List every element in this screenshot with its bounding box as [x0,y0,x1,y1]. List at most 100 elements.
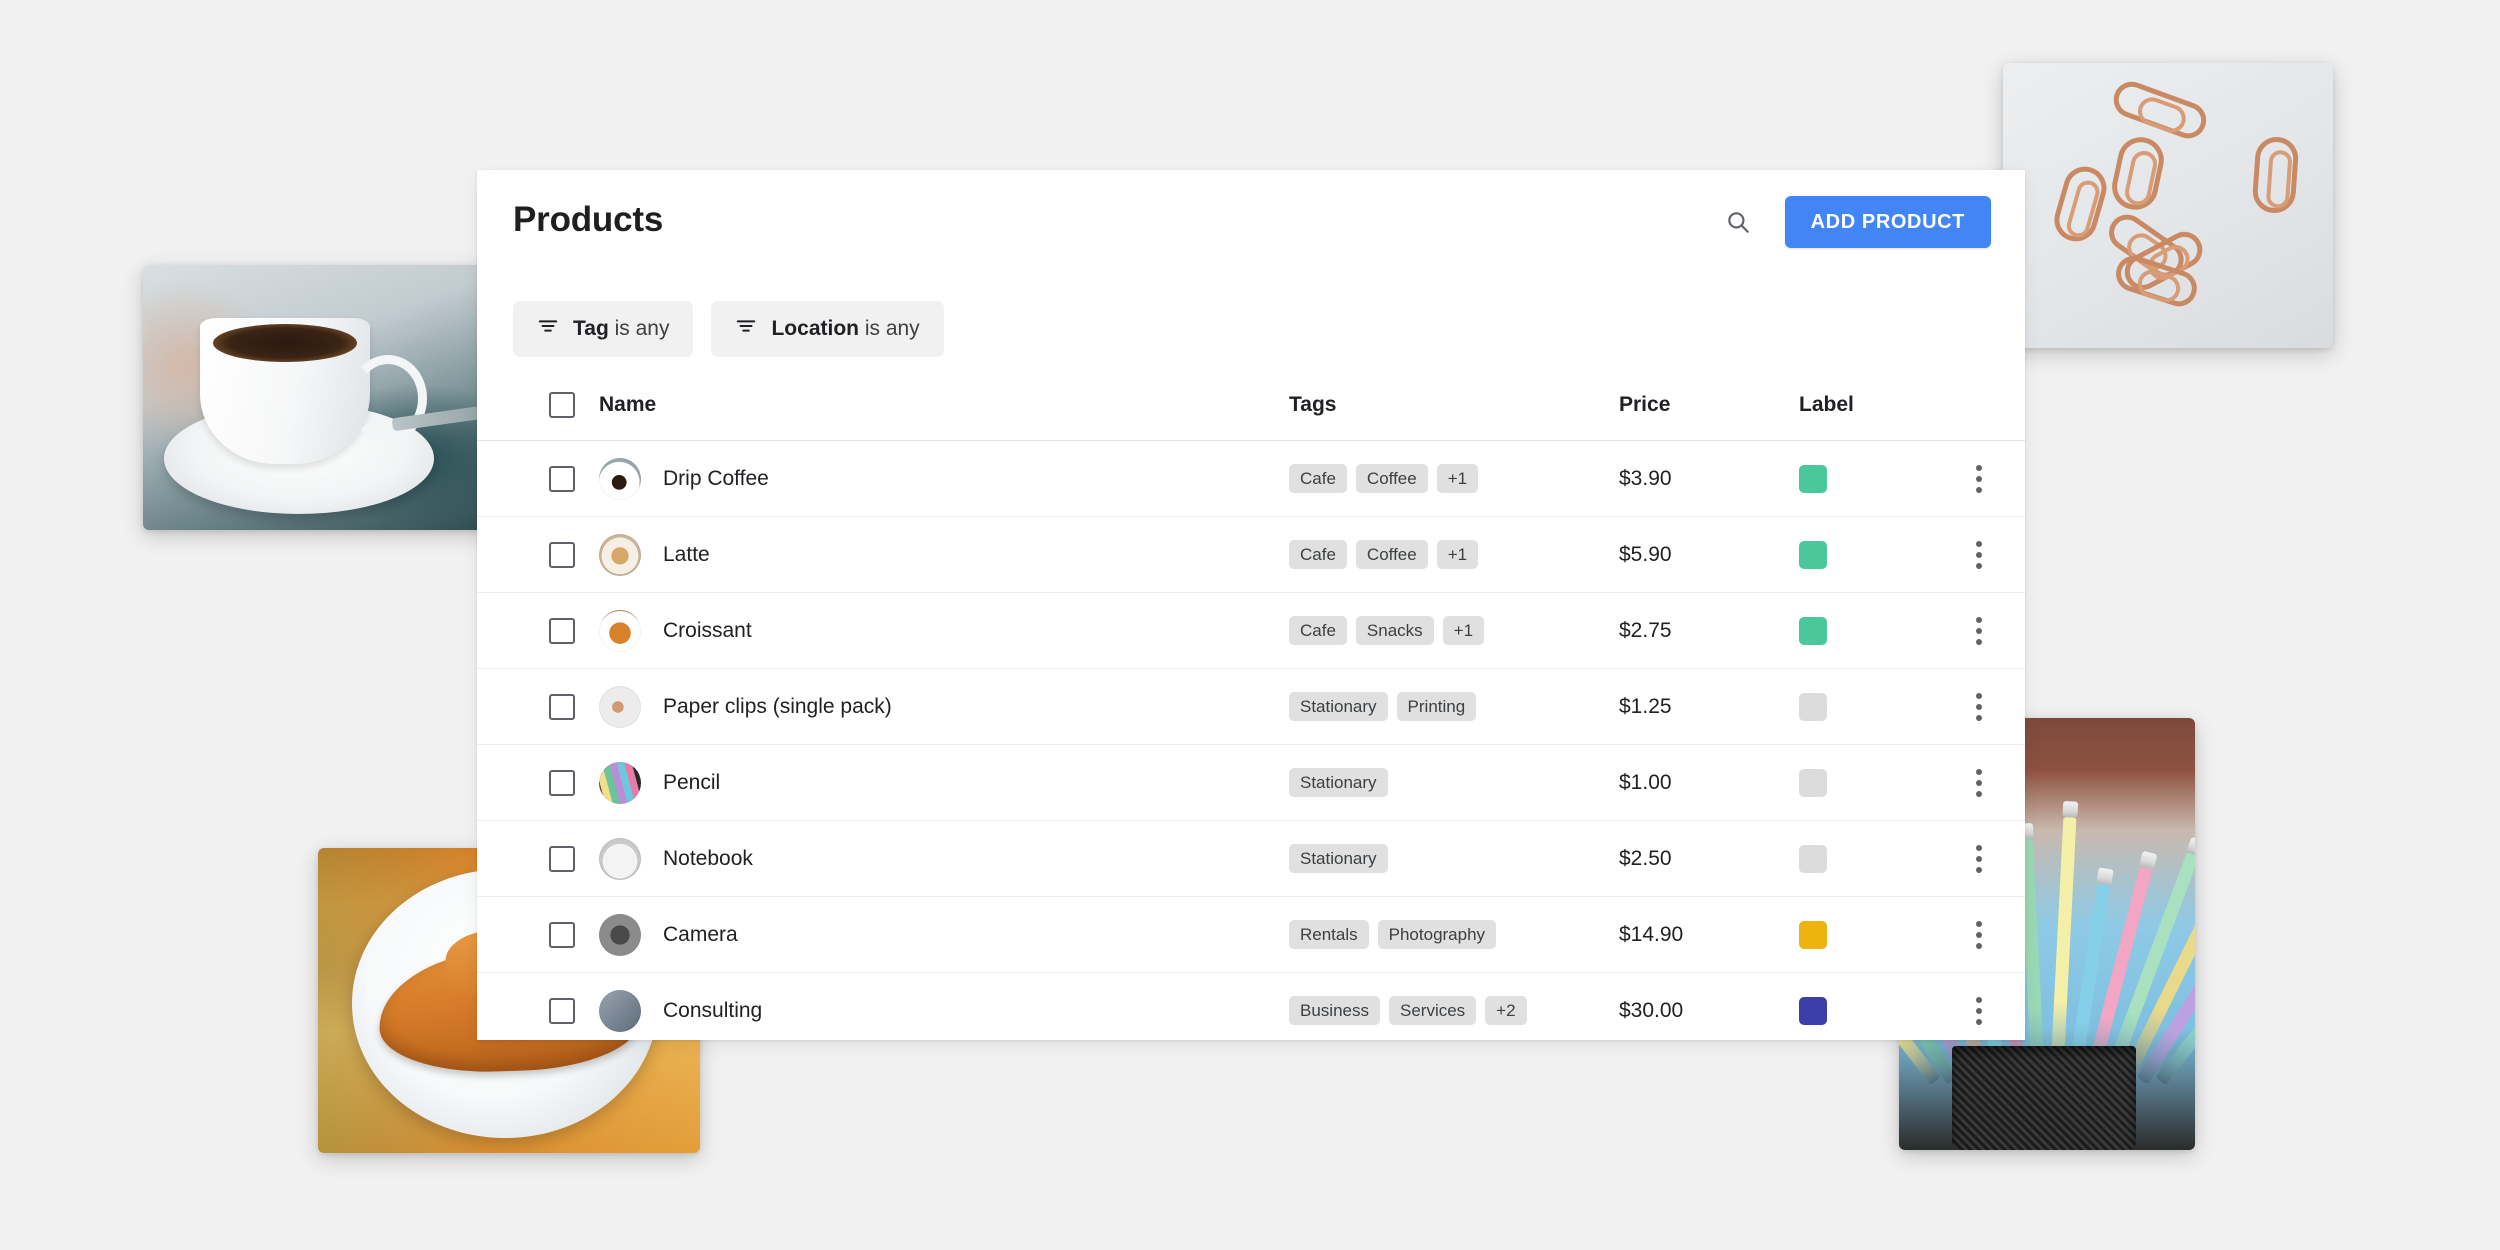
paper-clip-shape [2108,133,2169,214]
filter-bar: Tag is any Location is any [477,288,2025,370]
row-overflow-menu-icon[interactable] [1959,763,1999,803]
product-price: $2.50 [1619,820,1799,897]
product-thumbnail [599,685,641,728]
product-tags-cell: Stationary [1289,744,1619,821]
filter-chip-tag[interactable]: Tag is any [513,301,694,357]
filter-chip-location[interactable]: Location is any [711,301,944,357]
row-overflow-menu-icon[interactable] [1959,687,1999,727]
product-tag: Business [1289,996,1380,1025]
table-body: Drip Coffee Cafe Coffee +1 $3.90 Latte Cafe Cof… [477,440,2025,1040]
filter-icon [735,315,757,343]
product-name-cell: Notebook [599,820,1289,897]
product-tag-overflow[interactable]: +1 [1436,540,1479,569]
row-checkbox[interactable] [549,845,575,872]
row-checkbox[interactable] [549,465,575,492]
row-select-cell [477,972,599,1040]
row-overflow-menu-icon[interactable] [1959,839,1999,879]
product-name: Camera [663,922,738,946]
product-name-cell: Croissant [599,592,1289,669]
product-name: Latte [663,542,710,566]
row-checkbox[interactable] [549,693,575,720]
product-label-cell [1799,592,1949,669]
product-tag-overflow[interactable]: +1 [1442,616,1485,645]
product-tags-cell: Cafe Snacks +1 [1289,592,1619,669]
product-tag: Coffee [1355,540,1428,569]
table-header: Name Tags Price Label [477,370,2025,441]
product-name: Consulting [663,998,763,1022]
product-tag-overflow[interactable]: +2 [1485,996,1527,1025]
filter-icon [537,315,559,343]
row-overflow-menu-icon[interactable] [1959,535,1999,575]
row-actions-cell [1949,896,2025,973]
page-title: Products [513,200,664,239]
product-tag: Stationary [1289,844,1388,873]
product-label-cell [1799,440,1949,517]
product-label-cell [1799,516,1949,593]
row-actions-cell [1949,668,2025,745]
label-color-swatch [1799,844,1827,873]
row-checkbox[interactable] [549,541,575,568]
row-select-cell [477,516,599,593]
product-thumbnail [599,457,641,500]
product-label-cell [1799,820,1949,897]
product-label-cell [1799,668,1949,745]
select-all-header [477,370,599,441]
row-overflow-menu-icon[interactable] [1959,915,1999,955]
table-row[interactable]: Consulting Business Services +2 $30.00 [477,972,2025,1040]
row-actions-cell [1949,972,2025,1040]
product-tag: Coffee [1355,464,1428,493]
table-row[interactable]: Notebook Stationary $2.50 [477,820,2025,897]
product-tags-cell: Cafe Coffee +1 [1289,440,1619,517]
product-tag: Rentals [1289,920,1369,949]
product-tag: Cafe [1289,616,1347,645]
card-header: Products ADD PRODUCT [477,170,2025,288]
paper-clip-shape [2108,76,2211,143]
table-row[interactable]: Latte Cafe Coffee +1 $5.90 [477,516,2025,593]
search-icon[interactable] [1717,201,1759,243]
product-tag-overflow[interactable]: +1 [1436,464,1479,493]
product-tag: Cafe [1289,464,1347,493]
product-thumbnail [599,761,641,804]
product-tag: Photography [1377,920,1497,949]
cup-handle-shape [348,355,428,442]
product-price: $14.90 [1619,896,1799,973]
product-price: $2.75 [1619,592,1799,669]
row-overflow-menu-icon[interactable] [1959,991,1999,1031]
row-actions-cell [1949,592,2025,669]
product-name-cell: Consulting [599,972,1289,1040]
row-overflow-menu-icon[interactable] [1959,611,1999,651]
product-name-cell: Latte [599,516,1289,593]
label-color-swatch [1799,464,1827,493]
product-tag: Snacks [1355,616,1434,645]
product-tags-cell: Rentals Photography [1289,896,1619,973]
coffee-cup-photo [143,265,498,530]
column-header-actions [1949,370,2025,441]
table-row[interactable]: Pencil Stationary $1.00 [477,744,2025,821]
product-name-cell: Drip Coffee [599,440,1289,517]
table-row[interactable]: Paper clips (single pack) Stationary Print… [477,668,2025,745]
row-checkbox[interactable] [549,769,575,796]
column-header-name: Name [599,370,1289,441]
add-product-button[interactable]: ADD PRODUCT [1784,196,1991,248]
row-checkbox[interactable] [549,617,575,644]
table-row[interactable]: Camera Rentals Photography $14.90 [477,896,2025,973]
product-tag: Printing [1396,692,1477,721]
row-checkbox[interactable] [549,997,575,1024]
row-actions-cell [1949,820,2025,897]
product-price: $1.00 [1619,744,1799,821]
row-checkbox[interactable] [549,921,575,948]
product-name-cell: Paper clips (single pack) [599,668,1289,745]
table-row[interactable]: Croissant Cafe Snacks +1 $2.75 [477,592,2025,669]
row-overflow-menu-icon[interactable] [1959,459,1999,499]
product-name: Drip Coffee [663,466,769,490]
filter-chip-location-label: Location is any [771,317,920,340]
label-color-swatch [1799,616,1827,645]
table-row[interactable]: Drip Coffee Cafe Coffee +1 $3.90 [477,440,2025,517]
row-select-cell [477,592,599,669]
product-thumbnail [599,913,641,956]
select-all-checkbox[interactable] [549,392,575,418]
product-tags-cell: Stationary Printing [1289,668,1619,745]
cup-shape [199,318,371,464]
paper-clip-shape [2049,161,2112,246]
product-name: Notebook [663,846,753,870]
